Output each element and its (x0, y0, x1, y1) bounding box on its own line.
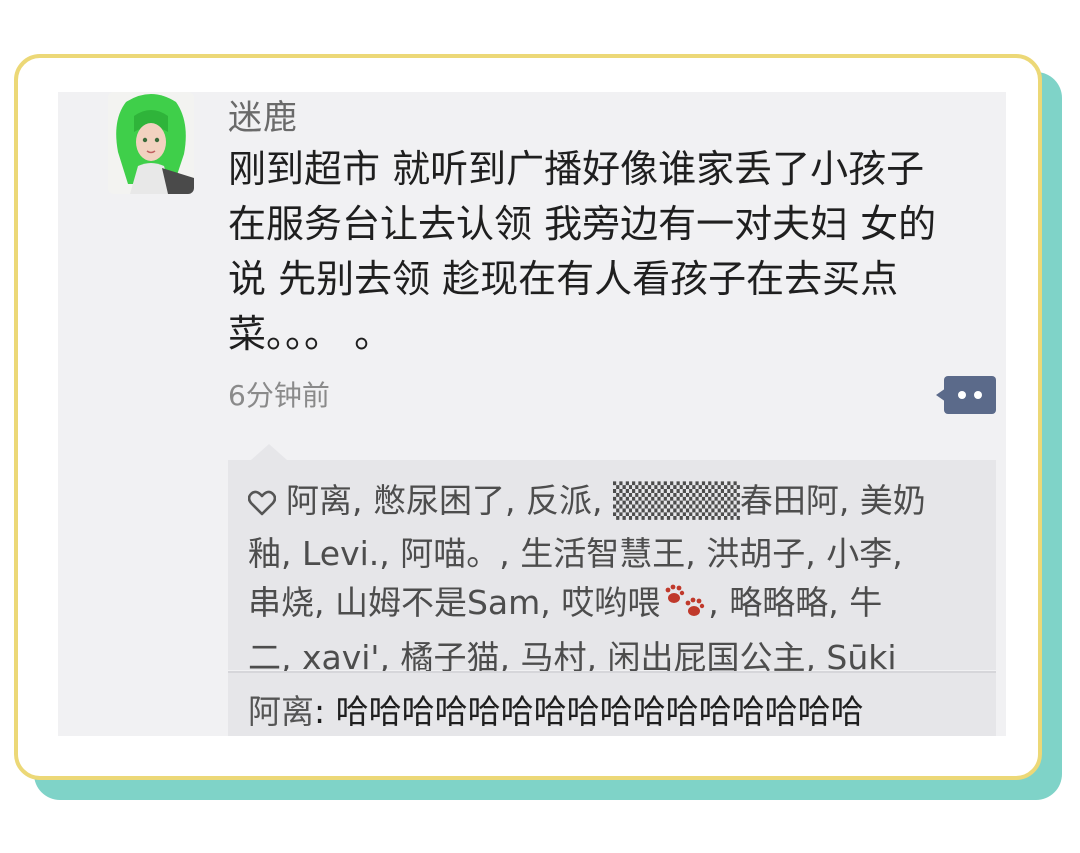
likes-list: 阿离, 憋尿困了, 反派, ▒▒▒▒▒春田阿, 美奶 釉, Levi., 阿喵。… (247, 476, 983, 682)
likes-names[interactable]: 串烧, 山姆不是Sam, 哎哟喂 (248, 583, 660, 622)
paw-emoji-icon (660, 580, 708, 633)
post-timestamp: 6分钟前 (228, 379, 330, 412)
comment-separator: : (314, 692, 336, 731)
more-options-button[interactable] (936, 376, 996, 414)
avatar[interactable] (108, 92, 194, 194)
likes-line[interactable]: 釉, Levi., 阿喵。, 生活智慧王, 洪胡子, 小李, (248, 529, 983, 578)
post-line: 说 先别去领 趁现在有人看孩子在去买点 (228, 257, 899, 301)
post-username[interactable]: 迷鹿 (228, 92, 298, 139)
likes-line: 串烧, 山姆不是Sam, 哎哟喂 , 略略略, 牛 (248, 578, 983, 633)
likes-names[interactable]: 阿离, 憋尿困了, 反派, ▒▒▒▒▒春田阿, 美奶 (286, 481, 926, 520)
post-line: 菜。。。 。 (228, 312, 393, 356)
comment-body: 哈哈哈哈哈哈哈哈哈哈哈哈哈哈哈哈 (335, 692, 864, 731)
heart-outline-icon (247, 480, 277, 529)
comment-author[interactable]: 阿离 (248, 692, 314, 731)
comment-item[interactable]: 阿离: 哈哈哈哈哈哈哈哈哈哈哈哈哈哈哈哈 (248, 685, 864, 733)
post-line: 刚到超市 就听到广播好像谁家丢了小孩子 (228, 147, 925, 191)
more-options-icon (936, 376, 996, 414)
likes-panel: 阿离, 憋尿困了, 反派, ▒▒▒▒▒春田阿, 美奶 釉, Levi., 阿喵。… (228, 460, 996, 677)
comments-panel: 阿离: 哈哈哈哈哈哈哈哈哈哈哈哈哈哈哈哈 (228, 673, 996, 736)
likes-line: 阿离, 憋尿困了, 反派, ▒▒▒▒▒春田阿, 美奶 (247, 476, 983, 529)
post-line: 在服务台让去认领 我旁边有一对夫妇 女的 (228, 202, 937, 246)
post-content: 刚到超市 就听到广播好像谁家丢了小孩子 在服务台让去认领 我旁边有一对夫妇 女的… (228, 142, 996, 362)
likes-pointer (251, 444, 287, 460)
likes-names[interactable]: , 略略略, 牛 (708, 583, 882, 622)
moments-post-screenshot: 迷鹿 刚到超市 就听到广播好像谁家丢了小孩子 在服务台让去认领 我旁边有一对夫妇… (58, 92, 1006, 736)
avatar-image (108, 92, 194, 194)
